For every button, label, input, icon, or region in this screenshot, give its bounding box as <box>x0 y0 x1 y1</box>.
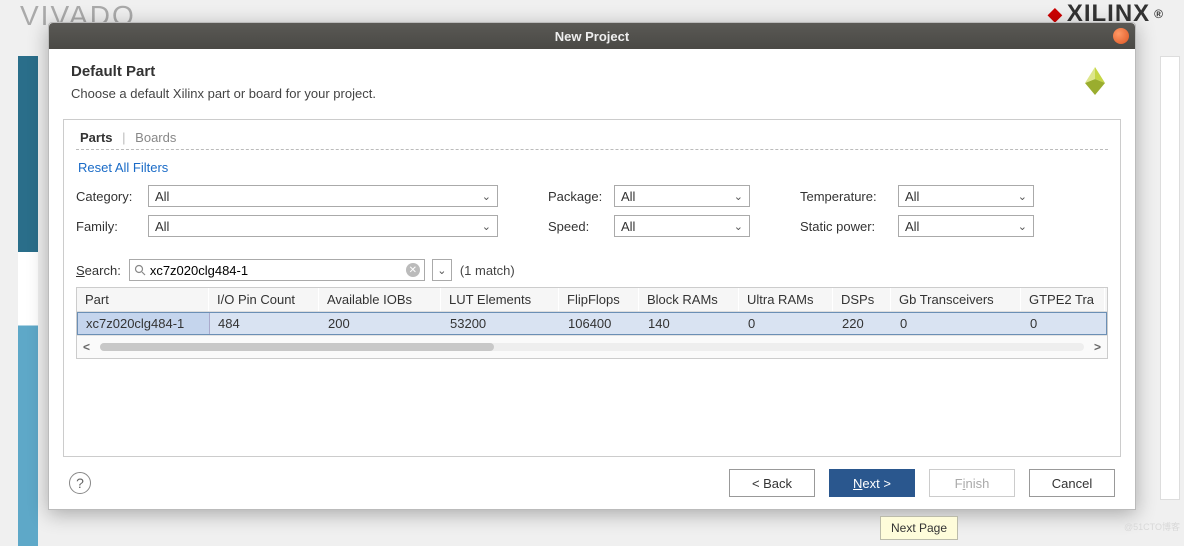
next-button[interactable]: Next > <box>829 469 915 497</box>
reset-filters-link[interactable]: Reset All Filters <box>78 160 1108 175</box>
dialog-titlebar: New Project <box>49 23 1135 49</box>
dialog-content: Parts | Boards Reset All Filters Categor… <box>63 119 1121 457</box>
th-gb-transceivers[interactable]: Gb Transceivers <box>891 288 1021 311</box>
category-select[interactable]: All ⌄ <box>148 185 498 207</box>
td-flipflops: 106400 <box>560 313 640 334</box>
search-icon <box>134 264 146 276</box>
dialog-footer: ? < Back Next > Fiinishnish Cancel <box>49 457 1135 509</box>
clear-search-icon[interactable]: ✕ <box>406 263 420 277</box>
search-dropdown-button[interactable]: ⌄ <box>432 259 452 281</box>
td-gtpe2: 0 <box>1022 313 1106 334</box>
scroll-left-icon[interactable]: < <box>83 340 90 354</box>
search-row: Search: ✕ ⌄ (1 match) <box>76 259 1108 281</box>
background-panel-right <box>1160 56 1180 500</box>
background-panel-left <box>18 56 38 546</box>
chevron-down-icon: ⌄ <box>437 264 446 277</box>
cancel-button[interactable]: Cancel <box>1029 469 1115 497</box>
th-part[interactable]: Part <box>77 288 209 311</box>
tab-bar: Parts | Boards <box>76 128 1108 150</box>
page-heading: Default Part <box>71 63 376 80</box>
parts-table: Part I/O Pin Count Available IOBs LUT El… <box>76 287 1108 359</box>
search-match-count: (1 match) <box>460 263 515 278</box>
th-block-rams[interactable]: Block RAMs <box>639 288 739 311</box>
td-dsps: 220 <box>834 313 892 334</box>
horizontal-scrollbar[interactable]: < > <box>77 335 1107 358</box>
scrollbar-thumb[interactable] <box>100 343 494 351</box>
chevron-down-icon: ⌄ <box>734 190 743 203</box>
dialog-title: New Project <box>555 29 629 44</box>
family-label: Family: <box>76 219 142 234</box>
vivado-page-icon <box>1077 63 1113 99</box>
help-button[interactable]: ? <box>69 472 91 494</box>
static-power-label: Static power: <box>800 219 892 234</box>
static-power-select[interactable]: All ⌄ <box>898 215 1034 237</box>
th-dsps[interactable]: DSPs <box>833 288 891 311</box>
search-label: Search: <box>76 263 121 278</box>
search-input[interactable] <box>150 263 402 278</box>
tab-parts[interactable]: Parts <box>76 128 117 147</box>
td-ultra-rams: 0 <box>740 313 834 334</box>
th-gtpe2[interactable]: GTPE2 Tra <box>1021 288 1105 311</box>
scrollbar-track[interactable] <box>100 343 1084 351</box>
td-gb-transceivers: 0 <box>892 313 1022 334</box>
close-button[interactable] <box>1113 28 1129 44</box>
td-block-rams: 140 <box>640 313 740 334</box>
family-select[interactable]: All ⌄ <box>148 215 498 237</box>
td-io-pin-count: 484 <box>210 313 320 334</box>
table-row[interactable]: xc7z020clg484-1 484 200 53200 106400 140… <box>77 312 1107 335</box>
th-lut-elements[interactable]: LUT Elements <box>441 288 559 311</box>
filters-section: Category: All ⌄ Family: All ⌄ Package: <box>76 185 1108 237</box>
finish-button: Fiinishnish <box>929 469 1015 497</box>
td-lut-elements: 53200 <box>442 313 560 334</box>
speed-select[interactable]: All ⌄ <box>614 215 750 237</box>
chevron-down-icon: ⌄ <box>482 220 491 233</box>
dialog-header: Default Part Choose a default Xilinx par… <box>49 49 1135 119</box>
back-button[interactable]: < Back <box>729 469 815 497</box>
new-project-dialog: New Project Default Part Choose a defaul… <box>48 22 1136 510</box>
tab-boards[interactable]: Boards <box>131 128 180 147</box>
package-select[interactable]: All ⌄ <box>614 185 750 207</box>
table-header-row: Part I/O Pin Count Available IOBs LUT El… <box>77 287 1107 312</box>
speed-value: All <box>621 219 635 234</box>
chevron-down-icon: ⌄ <box>1018 190 1027 203</box>
search-box: ✕ <box>129 259 425 281</box>
temperature-value: All <box>905 189 919 204</box>
temperature-select[interactable]: All ⌄ <box>898 185 1034 207</box>
category-label: Category: <box>76 189 142 204</box>
static-power-value: All <box>905 219 919 234</box>
chevron-down-icon: ⌄ <box>734 220 743 233</box>
speed-label: Speed: <box>548 219 608 234</box>
th-available-iobs[interactable]: Available IOBs <box>319 288 441 311</box>
temperature-label: Temperature: <box>800 189 892 204</box>
category-value: All <box>155 189 169 204</box>
scroll-right-icon[interactable]: > <box>1094 340 1101 354</box>
chevron-down-icon: ⌄ <box>1018 220 1027 233</box>
td-part: xc7z020clg484-1 <box>78 313 210 334</box>
package-value: All <box>621 189 635 204</box>
package-label: Package: <box>548 189 608 204</box>
watermark: @51CTO博客 <box>1124 520 1180 533</box>
td-available-iobs: 200 <box>320 313 442 334</box>
family-value: All <box>155 219 169 234</box>
tab-separator: | <box>122 130 125 145</box>
th-ultra-rams[interactable]: Ultra RAMs <box>739 288 833 311</box>
page-subheading: Choose a default Xilinx part or board fo… <box>71 86 376 101</box>
next-tooltip: Next Page <box>880 516 958 540</box>
chevron-down-icon: ⌄ <box>482 190 491 203</box>
th-flipflops[interactable]: FlipFlops <box>559 288 639 311</box>
th-io-pin-count[interactable]: I/O Pin Count <box>209 288 319 311</box>
